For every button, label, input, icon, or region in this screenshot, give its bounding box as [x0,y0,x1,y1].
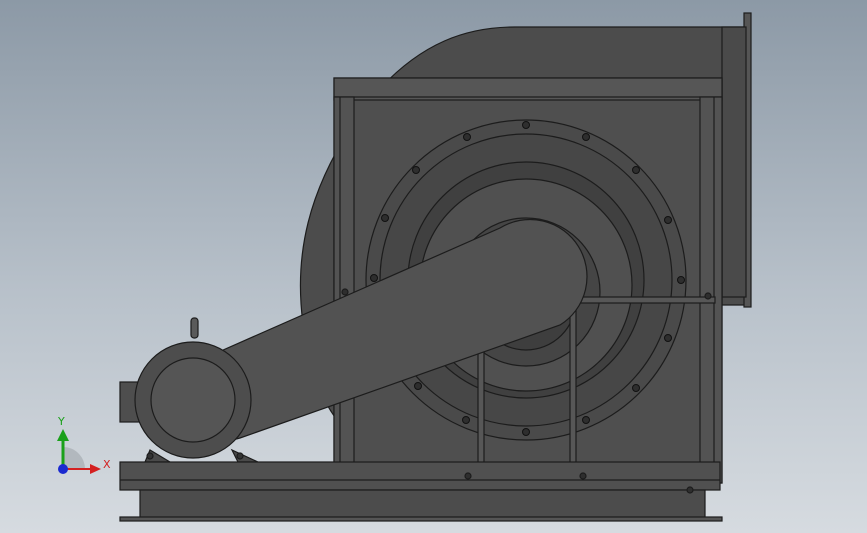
fan-assembly-model[interactable] [0,0,867,533]
x-axis-arrow-icon [90,464,101,474]
outlet-duct [721,26,747,298]
z-axis-dot-icon [58,464,68,474]
cad-graphics-viewport[interactable]: Y X [0,0,867,533]
frame-cross-strut [569,296,716,304]
y-axis-arrow-icon [57,429,69,441]
y-axis-label: Y [58,415,65,428]
motor-lifting-eye [190,317,199,339]
frame-brace-right [569,302,577,484]
base-frame-top [119,461,721,491]
motor-end-cap [150,357,236,443]
frame-right-post [699,96,723,484]
base-skid [119,516,723,522]
triad-graphic [57,429,101,474]
base-frame-bottom [139,489,706,519]
coordinate-triad: Y X [40,405,120,485]
x-axis-label: X [103,458,111,471]
